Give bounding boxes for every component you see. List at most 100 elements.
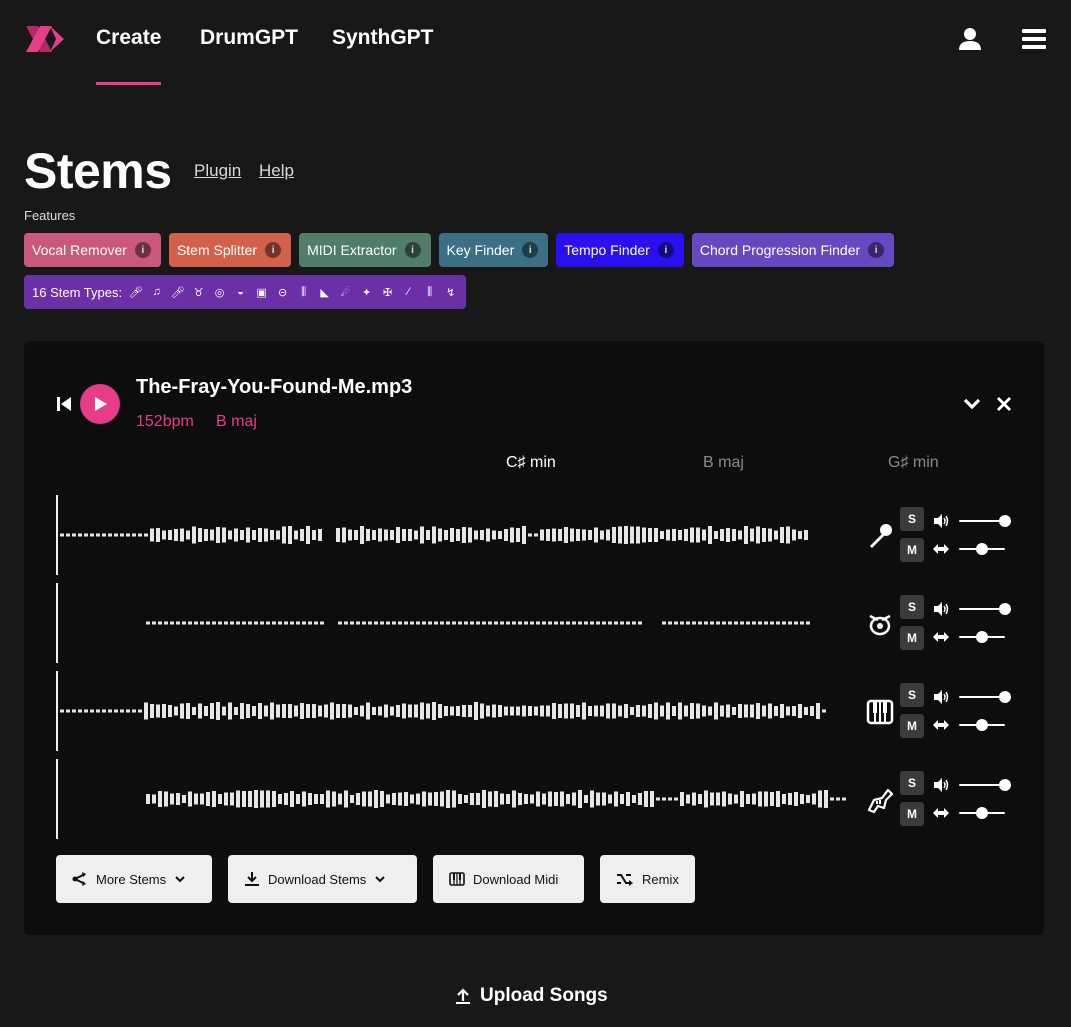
chip-label: Chord Progression Finder <box>699 242 861 258</box>
chip-chord-progression-finder[interactable]: Chord Progression Finder i <box>691 233 895 267</box>
chip-tempo-finder[interactable]: Tempo Finder i <box>556 233 684 267</box>
remix-label: Remix <box>642 871 679 887</box>
mute-button[interactable]: M <box>900 802 924 826</box>
pan-icon <box>933 808 949 818</box>
user-icon[interactable] <box>957 26 983 52</box>
info-icon[interactable]: i <box>265 242 282 258</box>
playhead[interactable] <box>56 495 58 575</box>
pan-slider[interactable] <box>959 807 1005 819</box>
skip-back-icon[interactable] <box>55 395 73 413</box>
volume-icon <box>934 602 949 616</box>
volume-slider[interactable] <box>959 603 1011 615</box>
chip-midi-extractor[interactable]: MIDI Extractor i <box>299 233 431 267</box>
trumpet-icon: ↯ <box>445 286 456 299</box>
download-midi-button[interactable]: Download Midi <box>433 855 584 903</box>
chord-later: G♯ min <box>888 454 939 471</box>
microphone-icon: 🎤︎ <box>128 286 143 299</box>
info-icon[interactable]: i <box>657 242 674 258</box>
chevron-down-icon <box>375 876 385 883</box>
stem-row-drums: S M <box>56 583 1016 663</box>
download-midi-label: Download Midi <box>473 871 559 887</box>
stem-types-label: 16 Stem Types: <box>32 284 123 300</box>
waveform[interactable] <box>56 671 856 751</box>
playhead[interactable] <box>56 671 58 751</box>
more-stems-button[interactable]: More Stems <box>56 855 212 903</box>
info-icon[interactable]: i <box>134 242 151 258</box>
violin-icon: ∕ <box>407 286 410 298</box>
pan-slider[interactable] <box>959 543 1005 555</box>
mute-button[interactable]: M <box>900 538 924 562</box>
volume-icon <box>934 778 949 792</box>
nav-create[interactable]: Create <box>96 26 162 85</box>
stem-row-vocals: S M <box>56 495 1016 575</box>
waveform[interactable] <box>56 759 856 839</box>
pan-slider[interactable] <box>959 631 1005 643</box>
info-icon[interactable]: i <box>404 242 421 258</box>
piano-icon <box>866 699 894 725</box>
chip-key-finder[interactable]: Key Finder i <box>438 233 549 267</box>
mute-button[interactable]: M <box>900 626 924 650</box>
nav-synthgpt[interactable]: SynthGPT <box>332 26 434 50</box>
features-label: Features <box>24 208 76 223</box>
chip-label: Vocal Remover <box>32 242 127 258</box>
pan-slider[interactable] <box>959 719 1005 731</box>
more-stems-label: More Stems <box>96 871 167 887</box>
playhead[interactable] <box>56 759 58 839</box>
stem-row-brass: S M <box>56 759 1016 839</box>
microphone-icon <box>870 524 892 548</box>
stem-types-badge[interactable]: 16 Stem Types: 🎤︎ ♫ 🎤︎ ♉ ◎ ◒ ▣ ⊝ ⫼ ◣ ☄ ✦… <box>24 275 467 309</box>
waveform[interactable] <box>56 583 856 663</box>
upload-icon <box>456 988 470 1004</box>
download-stems-button[interactable]: Download Stems <box>228 855 417 903</box>
piano-icon <box>449 872 465 886</box>
drum-icon <box>869 614 891 636</box>
track-bpm: 152bpm <box>136 413 194 430</box>
choir-icon: ♉ <box>193 286 204 299</box>
page-title: Stems <box>24 143 172 199</box>
remix-button[interactable]: Remix <box>600 855 695 903</box>
chord-current: C♯ min <box>506 454 556 471</box>
stem-row-piano: S M <box>56 671 1016 751</box>
download-icon <box>245 872 259 886</box>
pan-icon <box>933 544 949 554</box>
solo-button[interactable]: S <box>900 683 924 707</box>
split-icon <box>72 872 86 886</box>
info-icon[interactable]: i <box>522 242 539 258</box>
feature-chips: Vocal Remover i Stem Splitter i MIDI Ext… <box>24 233 895 267</box>
grand-piano-icon: ◣ <box>320 286 329 299</box>
chevron-down-icon <box>175 876 185 883</box>
solo-button[interactable]: S <box>900 507 924 531</box>
play-button[interactable] <box>80 384 120 424</box>
menu-icon[interactable] <box>1021 26 1047 52</box>
volume-icon <box>934 690 949 704</box>
chevron-down-icon[interactable] <box>963 395 981 413</box>
play-icon <box>95 397 107 411</box>
microphone-icon: 🎤︎ <box>170 286 185 299</box>
piano-icon: ⫼ <box>301 285 307 298</box>
upload-songs-button[interactable]: Upload Songs <box>454 985 608 1007</box>
mute-button[interactable]: M <box>900 714 924 738</box>
close-icon[interactable] <box>995 395 1013 413</box>
bass-guitar-icon: ✦ <box>361 286 372 299</box>
chip-label: Tempo Finder <box>564 242 650 258</box>
help-link[interactable]: Help <box>259 161 294 181</box>
volume-slider[interactable] <box>959 515 1011 527</box>
info-icon[interactable]: i <box>868 242 885 258</box>
chip-stem-splitter[interactable]: Stem Splitter i <box>168 233 292 267</box>
volume-slider[interactable] <box>959 691 1011 703</box>
music-note-icon: ♫ <box>152 286 161 298</box>
playhead[interactable] <box>56 583 58 663</box>
chip-vocal-remover[interactable]: Vocal Remover i <box>24 233 161 267</box>
waveform[interactable] <box>56 495 856 575</box>
plugin-link[interactable]: Plugin <box>194 161 241 181</box>
nav-drumgpt[interactable]: DrumGPT <box>200 26 298 50</box>
pan-icon <box>933 720 949 730</box>
cymbal-icon: ◒ <box>237 286 244 298</box>
solo-button[interactable]: S <box>900 771 924 795</box>
volume-slider[interactable] <box>959 779 1011 791</box>
pan-icon <box>933 632 949 642</box>
top-nav: Create DrumGPT SynthGPT <box>0 0 1071 88</box>
electric-guitar-icon: ✠ <box>382 286 393 299</box>
solo-button[interactable]: S <box>900 595 924 619</box>
logo-icon[interactable] <box>24 22 66 56</box>
